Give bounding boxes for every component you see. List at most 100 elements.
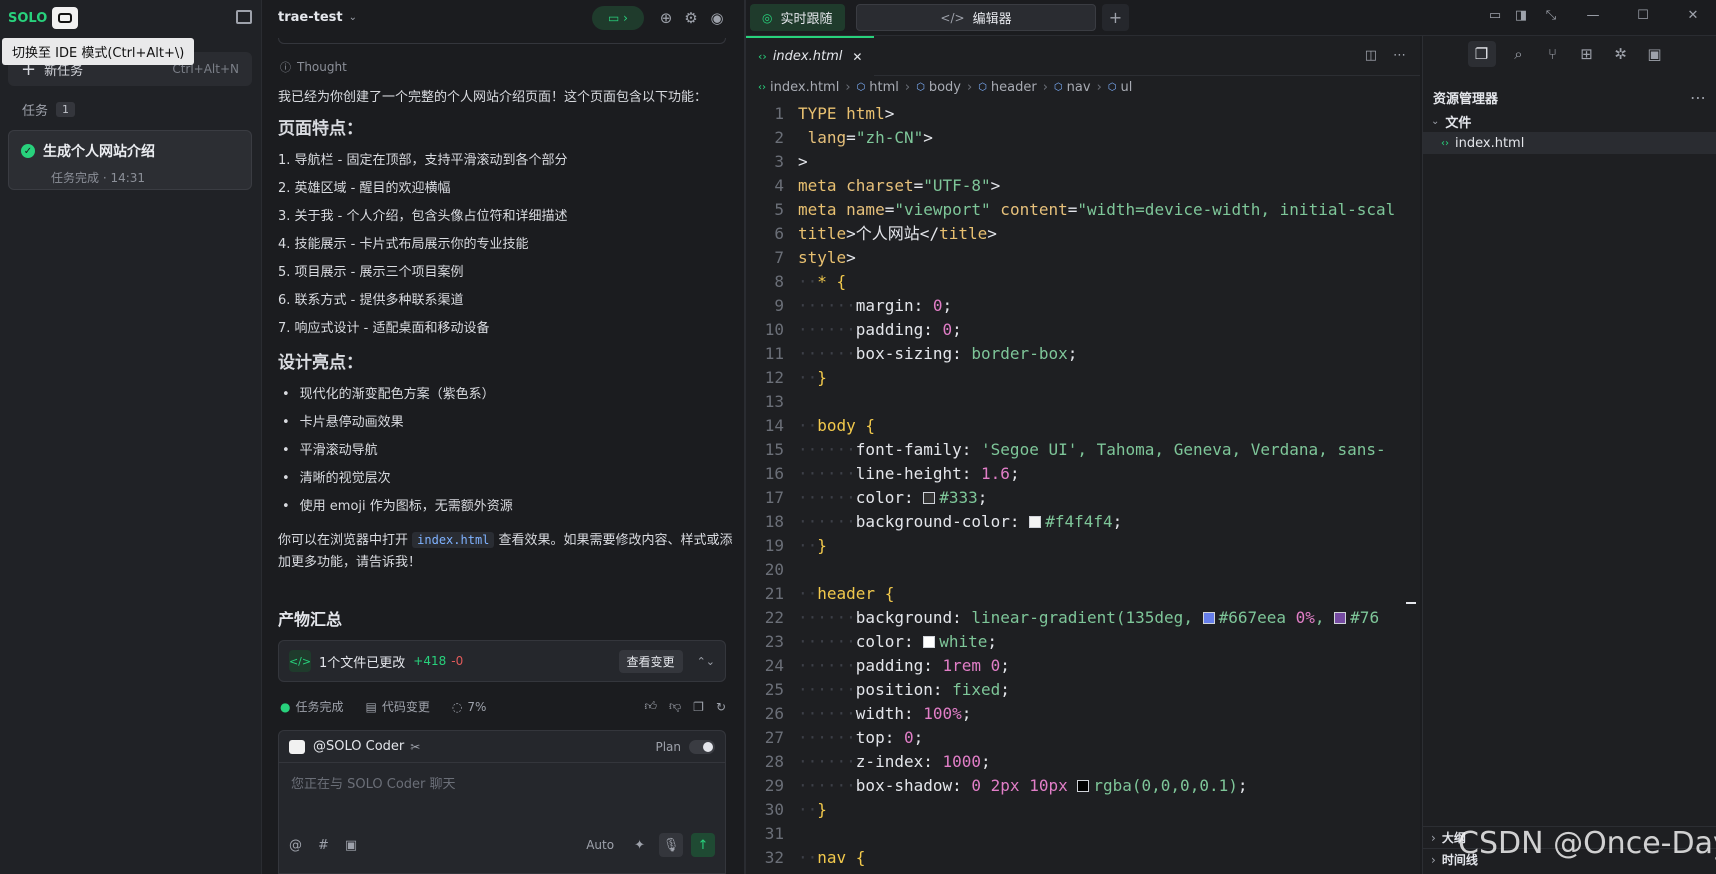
code-text: ······padding: 1rem 0; bbox=[798, 656, 1010, 675]
code-line: 26 ······width: 100%; bbox=[746, 702, 1420, 726]
explorer-more-icon[interactable]: ⋯ bbox=[1690, 88, 1706, 107]
features-list: 1. 导航栏 - 固定在顶部，支持平滑滚动到各个部分 2. 英雄区域 - 醒目的欢… bbox=[278, 147, 734, 343]
previous-message-card-edge bbox=[278, 38, 726, 44]
minimize-icon[interactable]: — bbox=[1568, 8, 1618, 23]
message-outro: 你可以在浏览器中打开 index.html 查看效果。如果需要修改内容、样式或添… bbox=[278, 529, 734, 574]
layout-right-icon[interactable]: ◨ bbox=[1508, 8, 1534, 23]
color-swatch[interactable] bbox=[923, 492, 936, 504]
inline-code-filename[interactable]: index.html bbox=[412, 532, 495, 548]
code-token: linear-gradient(135deg, bbox=[971, 608, 1203, 627]
line-number: 28 bbox=[764, 752, 784, 771]
breadcrumb-item[interactable]: ul bbox=[1121, 80, 1133, 95]
color-swatch[interactable] bbox=[1077, 780, 1090, 792]
thumbs-down-icon[interactable]: 👎︎ bbox=[669, 699, 681, 714]
features-heading: 页面特点： bbox=[278, 119, 363, 139]
code-line: 14 ··body { bbox=[746, 414, 1420, 438]
line-number: 12 bbox=[764, 368, 784, 387]
files-icon[interactable]: ❐ bbox=[1467, 41, 1496, 67]
code-area[interactable]: 1 TYPE html> 2 lang="zh-CN"> 3 >4 meta charse… bbox=[746, 98, 1420, 870]
breadcrumb-item[interactable]: index.html bbox=[770, 80, 839, 95]
close-tab-icon[interactable]: ✕ bbox=[852, 50, 862, 64]
color-swatch[interactable] bbox=[1334, 612, 1347, 624]
plan-label: Plan bbox=[655, 739, 681, 754]
sparkle-icon[interactable]: ✦ bbox=[634, 838, 645, 853]
status-code-label[interactable]: 代码变更 bbox=[382, 698, 430, 715]
mention-icon[interactable]: @ bbox=[289, 838, 302, 853]
layout-bottom-icon[interactable]: ▭ bbox=[1482, 8, 1508, 23]
view-changes-button[interactable]: 查看变更 bbox=[618, 649, 683, 673]
code-token: > bbox=[798, 152, 808, 171]
code-text: ······width: 100%; bbox=[798, 704, 971, 723]
tab-follow[interactable]: ◎ 实时跟随 bbox=[750, 4, 845, 31]
follow-icon: ◎ bbox=[762, 10, 773, 25]
copy-icon[interactable]: ❐ bbox=[693, 700, 704, 714]
code-token: 1000 bbox=[942, 752, 982, 771]
code-line: 31 bbox=[746, 822, 1420, 846]
collapse-icon[interactable]: ⤡ bbox=[1534, 8, 1568, 23]
ide-switch-button[interactable] bbox=[52, 7, 79, 29]
terminal-toggle-button[interactable]: ▭ › bbox=[592, 6, 644, 30]
mic-button[interactable]: 🎙︎ bbox=[659, 833, 683, 857]
breadcrumb-item[interactable]: header bbox=[991, 80, 1037, 95]
code-token: ······ bbox=[798, 320, 856, 339]
tab-editor[interactable]: </> 编辑器 bbox=[856, 4, 1096, 31]
agent-label[interactable]: @SOLO Coder bbox=[313, 739, 404, 754]
code-token: padding: bbox=[855, 320, 943, 339]
code-token: ; bbox=[1000, 656, 1010, 675]
code-token: background-color: bbox=[855, 512, 1030, 531]
code-text: ······padding: 0; bbox=[798, 320, 962, 339]
expand-icon[interactable]: ⌃⌄ bbox=[697, 655, 715, 668]
code-text: style> bbox=[798, 248, 856, 267]
files-changed-card[interactable]: </> 1个文件已更改 +418 -0 查看变更 ⌃⌄ bbox=[278, 640, 726, 682]
code-token: ; bbox=[913, 728, 924, 747]
plan-toggle[interactable] bbox=[689, 739, 715, 754]
account-icon[interactable]: ◉ bbox=[704, 9, 730, 27]
debug-icon[interactable]: ✲ bbox=[1604, 45, 1638, 63]
breadcrumb-item[interactable]: body bbox=[929, 80, 961, 95]
color-swatch[interactable] bbox=[1202, 612, 1215, 624]
thought-toggle[interactable]: ⓘ Thought bbox=[280, 59, 347, 75]
mode-selector[interactable]: Auto bbox=[586, 838, 614, 852]
remote-icon[interactable]: ▣ bbox=[1638, 45, 1672, 63]
gear-icon[interactable]: ⚙ bbox=[678, 9, 704, 27]
breadcrumb-item[interactable]: html bbox=[869, 80, 899, 95]
code-line: 2 lang="zh-CN"> bbox=[746, 126, 1420, 150]
feature-item: 3. 关于我 - 个人介绍，包含头像占位符和详细描述 bbox=[278, 209, 568, 224]
code-token: position: bbox=[855, 680, 953, 699]
chat-input[interactable]: 您正在与 SOLO Coder 聊天 bbox=[279, 763, 725, 833]
breadcrumb-item[interactable]: nav bbox=[1067, 80, 1091, 95]
sidebar-toggle-icon[interactable] bbox=[236, 10, 252, 24]
code-text: ··} bbox=[798, 368, 827, 387]
close-icon[interactable]: ✕ bbox=[1668, 8, 1716, 23]
split-editor-icon[interactable]: ◫ bbox=[1365, 48, 1377, 63]
task-item[interactable]: ✓ 生成个人网站介绍 任务完成 · 14:31 bbox=[8, 130, 252, 190]
image-icon[interactable]: ▣ bbox=[345, 838, 357, 853]
color-swatch[interactable] bbox=[1029, 516, 1042, 528]
tasks-label: 任务 bbox=[22, 104, 49, 119]
design-item: • 使用 emoji 作为图标，无需额外资源 bbox=[278, 493, 734, 521]
refresh-icon[interactable]: ↻ bbox=[716, 700, 726, 714]
extensions-icon[interactable]: ⊞ bbox=[1570, 45, 1604, 63]
code-token: ······ bbox=[798, 488, 856, 507]
file-tab[interactable]: ‹› index.html ✕ bbox=[746, 35, 875, 76]
file-item-index[interactable]: ‹› index.html bbox=[1423, 132, 1716, 154]
add-tab-icon[interactable]: + bbox=[1102, 4, 1129, 31]
project-selector[interactable]: trae-test ⌄ bbox=[278, 10, 357, 25]
hash-icon[interactable]: # bbox=[318, 838, 329, 853]
code-token: z-index: bbox=[855, 752, 943, 771]
source-control-icon[interactable]: ⑂ bbox=[1536, 45, 1570, 63]
editor-tabbar: ‹› index.html ✕ ◫ ⋯ bbox=[746, 35, 1420, 76]
html-file-icon: ‹› bbox=[1441, 137, 1449, 149]
files-section[interactable]: ⌄ 文件 bbox=[1423, 110, 1716, 132]
more-actions-icon[interactable]: ⋯ bbox=[1393, 48, 1406, 63]
design-item: • 平滑滚动导航 bbox=[278, 437, 734, 465]
thumbs-up-icon[interactable]: 👍︎ bbox=[644, 699, 657, 714]
code-line: 10 ······padding: 0; bbox=[746, 318, 1420, 342]
maximize-icon[interactable]: ☐ bbox=[1618, 8, 1668, 23]
new-chat-icon[interactable]: ⊕ bbox=[654, 9, 678, 27]
explorer-toolbar: ❐ ⌕ ⑂ ⊞ ✲ ▣ bbox=[1423, 36, 1716, 72]
color-swatch[interactable] bbox=[923, 636, 936, 648]
search-icon[interactable]: ⌕ bbox=[1502, 45, 1536, 63]
chevron-right-icon: › bbox=[1431, 852, 1436, 867]
send-button[interactable]: ↑ bbox=[691, 833, 715, 857]
